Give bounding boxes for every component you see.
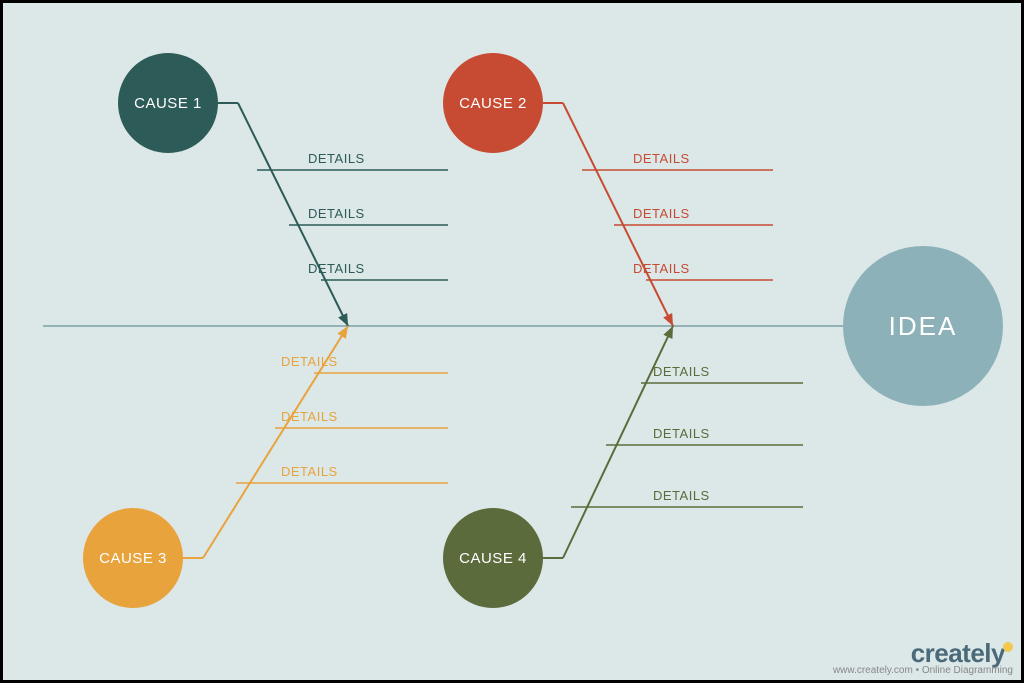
cause4-detail-0-label: DETAILS bbox=[653, 364, 710, 379]
cause1-detail-1-label: DETAILS bbox=[308, 206, 365, 221]
brand-name: creately bbox=[911, 638, 1005, 668]
cause2-detail-0-label: DETAILS bbox=[633, 151, 690, 166]
cause2-node[interactable]: CAUSE 2 bbox=[443, 53, 543, 153]
cause2-detail-1-label: DETAILS bbox=[633, 206, 690, 221]
brand-tagline: www.creately.com • Online Diagramming bbox=[833, 665, 1013, 676]
cause3-detail-1-label: DETAILS bbox=[281, 409, 338, 424]
cause2-label: CAUSE 2 bbox=[459, 95, 527, 112]
cause1-detail-2-label: DETAILS bbox=[308, 261, 365, 276]
diagram-frame: { "spine_y": 323, "idea": { "label": "ID… bbox=[0, 0, 1024, 683]
cause4-detail-1-label: DETAILS bbox=[653, 426, 710, 441]
bulb-icon bbox=[1003, 642, 1013, 652]
cause3-detail-0-label: DETAILS bbox=[281, 354, 338, 369]
cause3-node[interactable]: CAUSE 3 bbox=[83, 508, 183, 608]
idea-node[interactable]: IDEA bbox=[843, 246, 1003, 406]
cause1-node[interactable]: CAUSE 1 bbox=[118, 53, 218, 153]
cause4-detail-2-label: DETAILS bbox=[653, 488, 710, 503]
footer: creately www.creately.com • Online Diagr… bbox=[833, 638, 1013, 676]
cause4-bone-diag bbox=[563, 326, 673, 558]
cause4-label: CAUSE 4 bbox=[459, 550, 527, 567]
idea-label: IDEA bbox=[889, 311, 958, 342]
cause1-detail-0-label: DETAILS bbox=[308, 151, 365, 166]
cause3-detail-2-label: DETAILS bbox=[281, 464, 338, 479]
cause1-label: CAUSE 1 bbox=[134, 95, 202, 112]
cause4-node[interactable]: CAUSE 4 bbox=[443, 508, 543, 608]
cause3-label: CAUSE 3 bbox=[99, 550, 167, 567]
cause2-detail-2-label: DETAILS bbox=[633, 261, 690, 276]
